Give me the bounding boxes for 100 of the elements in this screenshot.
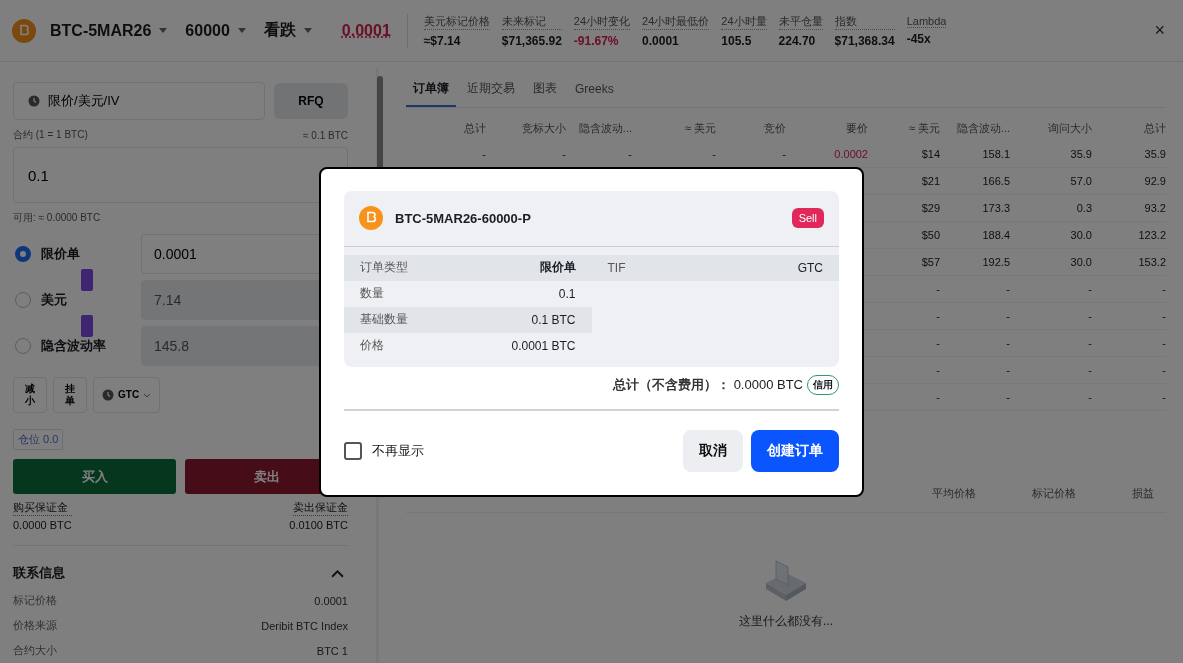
clock-icon	[28, 95, 40, 107]
strike-dropdown[interactable]: 60000	[181, 21, 250, 40]
tab[interactable]: 图表	[526, 72, 564, 107]
stat-label: 指数	[834, 13, 895, 30]
buy-button[interactable]: 买入	[13, 459, 176, 494]
chevron-icon	[143, 392, 152, 398]
field-value: 0.1 BTC	[531, 312, 576, 327]
field-value: 0.1	[558, 286, 576, 301]
cancel-button[interactable]: 取消	[683, 429, 743, 472]
total-label: 总计（不含费用）：	[612, 375, 730, 394]
chevron-icon[interactable]	[331, 568, 344, 578]
info-label: 标记价格	[13, 593, 57, 608]
section-title: 联系信息	[13, 564, 65, 582]
rfq-button[interactable]: RFQ	[274, 83, 348, 119]
contract-label: 合约 (1 = 1 BTC)	[13, 128, 88, 142]
field-label: TIF	[607, 260, 626, 275]
checkbox[interactable]	[344, 441, 362, 460]
bitcoin-icon	[12, 18, 36, 43]
stat-value: 0.0001	[642, 33, 680, 48]
table-cell: -	[1092, 384, 1166, 411]
field-label: 基础数量	[360, 311, 408, 328]
field-label: 数量	[360, 285, 384, 302]
stat-value: 105.5	[721, 33, 753, 48]
tab[interactable]: 近期交易	[460, 72, 522, 107]
table-cell: -	[940, 303, 1010, 330]
last-price: 0.0001	[341, 21, 391, 40]
stat-label: 美元标记价格	[423, 13, 490, 30]
field-label: 订单类型	[360, 259, 408, 276]
table-cell: 93.2	[1092, 195, 1166, 222]
option-toggle[interactable]: 挂 单	[53, 377, 87, 413]
stat-label: 24小时最低价	[642, 13, 710, 30]
column-header: ≈ 美元	[907, 121, 940, 136]
table-cell: -	[940, 357, 1010, 384]
price-mode-label: 隐含波动率	[41, 338, 106, 353]
column-header: 竞标大小	[521, 121, 566, 136]
option-toggle[interactable]: 减 小	[13, 377, 47, 413]
available-balance: 可用: ≈ 0.0000 BTC	[13, 211, 102, 225]
stat-value: -91.67%	[573, 33, 620, 48]
table-cell: -	[1092, 303, 1166, 330]
table-cell: 30.0	[1010, 249, 1092, 276]
stat-label: 未平仓量	[778, 13, 823, 30]
info-value: 0.0001	[314, 594, 348, 607]
table-cell: $21	[868, 168, 940, 195]
caret-icon	[159, 28, 168, 33]
margin-label: 购买保证金	[13, 500, 72, 516]
table-cell: 153.2	[1092, 249, 1166, 276]
table-cell: -	[1092, 276, 1166, 303]
column-header: 平均价格	[932, 486, 976, 501]
table-cell: -	[868, 357, 940, 384]
caret-icon	[237, 28, 246, 33]
position-tag: 仓位 0.0	[13, 429, 64, 450]
table-cell: $57	[868, 249, 940, 276]
total-value: 0.0000 BTC	[733, 377, 803, 392]
table-cell: -	[1010, 330, 1092, 357]
option-type-dropdown[interactable]: 看跌	[259, 20, 316, 41]
caret-icon	[303, 28, 312, 33]
table-cell: -	[1092, 357, 1166, 384]
tab[interactable]: 订单簿	[406, 72, 456, 107]
contract-equivalent: ≈ 0.1 BTC	[303, 129, 348, 141]
table-cell: 166.5	[940, 168, 1010, 195]
column-header: 标记价格	[1032, 486, 1076, 501]
stat-value: $71,368.34	[834, 33, 895, 48]
column-header: 隐含波动...	[955, 121, 1010, 136]
create-order-button[interactable]: 创建订单	[751, 429, 839, 472]
side-badge: Sell	[791, 208, 824, 228]
stat-value: 224.70	[778, 33, 817, 48]
price-mode-label: 美元	[41, 292, 67, 307]
table-cell: 35.9	[1092, 141, 1166, 168]
table-cell: 192.5	[940, 249, 1010, 276]
table-cell: 173.3	[940, 195, 1010, 222]
table-cell: 0.3	[1010, 195, 1092, 222]
instrument-dropdown[interactable]: BTC-5MAR26	[46, 21, 172, 40]
table-cell: -	[1010, 357, 1092, 384]
column-header: 要价	[845, 121, 868, 136]
field-value: 限价单	[539, 259, 576, 276]
table-cell: -	[1010, 276, 1092, 303]
field-label: 价格	[360, 337, 384, 354]
close-button[interactable]: ×	[1148, 19, 1171, 42]
tab[interactable]: Greeks	[568, 72, 621, 107]
table-cell: -	[940, 276, 1010, 303]
checkbox-label[interactable]: 不再显示	[372, 441, 424, 460]
table-cell: 123.2	[1092, 222, 1166, 249]
clock-icon	[102, 389, 114, 401]
info-label: 合约大小	[13, 643, 57, 658]
amount-field[interactable]: 0.1	[13, 147, 348, 203]
radio-button[interactable]	[15, 246, 31, 262]
time-in-force-dropdown[interactable]: GTC	[93, 377, 161, 413]
price-mode-label: 限价单	[41, 246, 80, 261]
info-value: BTC 1	[316, 644, 348, 657]
stat-label: 未来标记	[501, 13, 562, 30]
table-cell: 92.9	[1092, 168, 1166, 195]
table-cell: 35.9	[1010, 141, 1092, 168]
column-header: 隐含波动...	[577, 121, 632, 136]
column-header: 竞价	[763, 121, 786, 136]
margin-value: 0.0000 BTC	[13, 519, 72, 531]
empty-message: 这里什么都没有...	[739, 613, 833, 630]
table-cell: -	[1010, 303, 1092, 330]
table-cell: -	[868, 384, 940, 411]
column-header: 总计	[1143, 121, 1166, 136]
order-type-dropdown[interactable]: 限价/美元/IV	[13, 82, 265, 120]
